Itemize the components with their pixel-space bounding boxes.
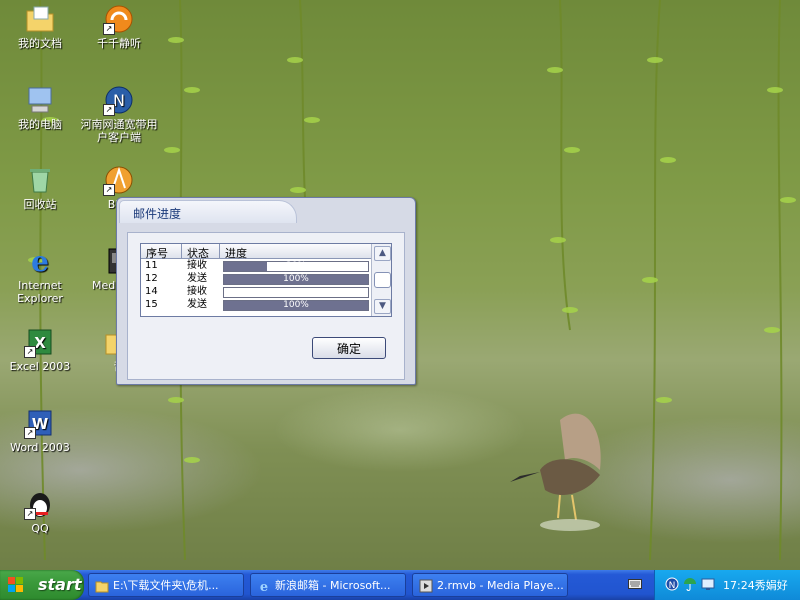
column-header-id[interactable]: 序号 (146, 245, 168, 261)
list-item[interactable]: 11 接收 30% (141, 260, 371, 272)
progress-bar (223, 287, 369, 298)
task-label: E:\下载文件夹\危机... (113, 579, 219, 592)
desktop-icon-my-computer[interactable]: 我的电脑 (1, 84, 79, 131)
shortcut-arrow-icon: ↗ (24, 346, 36, 358)
row-id: 14 (145, 286, 158, 297)
taskbar-item-media-player[interactable]: 2.rmvb - Media Playe... (412, 573, 568, 597)
column-header-progress[interactable]: 进度 (225, 245, 247, 261)
progress-percent: 30% (285, 261, 306, 271)
broadband-tray-icon[interactable]: N (665, 577, 679, 591)
svg-text:e: e (260, 580, 268, 593)
svg-text:e: e (31, 245, 49, 277)
desktop-icon-excel[interactable]: X ↗ Excel 2003 (1, 326, 79, 373)
list-header: 序号 状态 进度 (141, 244, 371, 261)
media-player-icon (419, 579, 433, 593)
shortcut-arrow-icon: ↗ (103, 184, 115, 196)
list-scrollbar[interactable]: ▲ ▼ (371, 244, 391, 316)
my-documents-icon (24, 3, 56, 35)
ie-window-icon: e (260, 580, 268, 593)
row-status: 接收 (187, 286, 207, 297)
recycle-bin-icon (24, 164, 56, 196)
row-id: 12 (145, 273, 158, 284)
umbrella-icon[interactable] (683, 577, 697, 591)
shortcut-arrow-icon: ↗ (24, 427, 36, 439)
progress-percent: 100% (283, 300, 309, 310)
row-status: 接收 (187, 260, 207, 271)
svg-text:N: N (669, 581, 676, 591)
list-item[interactable]: 12 发送 100% (141, 273, 371, 285)
shortcut-arrow-icon: ↗ (103, 104, 115, 116)
dialog-titlebar[interactable]: 邮件进度 (117, 198, 415, 226)
excel-icon: X ↗ (24, 326, 56, 358)
desktop-icon-recycle-bin[interactable]: 回收站 (1, 164, 79, 211)
row-id: 15 (145, 299, 158, 310)
heron-wallpaper-bird (510, 413, 601, 531)
taskbar: start E:\下载文件夹\危机... e 新浪邮箱 - Microsoft.… (0, 570, 800, 600)
taskbar-item-explorer[interactable]: E:\下载文件夹\危机... (88, 573, 244, 597)
ok-button[interactable]: 确定 (312, 337, 386, 359)
clock[interactable]: 17:24秀娟好 (723, 577, 788, 593)
start-button[interactable]: start (0, 570, 84, 600)
desktop-icon-word[interactable]: W ↗ Word 2003 (1, 407, 79, 454)
desktop-icon-broadband-client[interactable]: N ↗ 河南网通宽带用户客户端 (80, 84, 158, 144)
system-tray: N 17:24秀娟好 (654, 570, 800, 600)
qq-icon: ↗ (24, 488, 56, 520)
scroll-thumb[interactable] (374, 272, 391, 288)
dialog-title: 邮件进度 (133, 207, 182, 221)
windows-logo-icon (8, 577, 23, 592)
svg-text:X: X (34, 334, 46, 352)
column-header-status[interactable]: 状态 (187, 245, 209, 261)
my-computer-icon (24, 84, 56, 116)
column-divider[interactable] (219, 244, 220, 258)
ttplayer-icon: ↗ (103, 3, 135, 35)
dialog-content-panel: 序号 状态 进度 11 接收 30% 12 发送 100% 14 接收 15 发… (127, 232, 405, 380)
scroll-up-button[interactable]: ▲ (374, 246, 391, 261)
desktop-icon-internet-explorer[interactable]: e Internet Explorer (1, 245, 79, 305)
progress-list[interactable]: 序号 状态 进度 11 接收 30% 12 发送 100% 14 接收 15 发… (140, 243, 392, 317)
task-label: 新浪邮箱 - Microsoft... (275, 579, 391, 592)
column-divider[interactable] (181, 244, 182, 258)
word-icon: W ↗ (24, 407, 56, 439)
broadband-client-icon: N ↗ (103, 84, 135, 116)
list-item[interactable]: 15 发送 100% (141, 299, 371, 311)
row-id: 11 (145, 260, 158, 271)
shortcut-arrow-icon: ↗ (24, 508, 36, 520)
row-status: 发送 (187, 273, 207, 284)
keyboard-icon[interactable] (628, 578, 642, 590)
desktop-icon-my-documents[interactable]: 我的文档 (1, 3, 79, 50)
chevron-down-icon: ▼ (379, 301, 386, 311)
taskbar-item-sina-mail[interactable]: e 新浪邮箱 - Microsoft... (250, 573, 406, 597)
internet-explorer-icon: e (24, 245, 56, 278)
shortcut-arrow-icon: ↗ (103, 23, 115, 35)
network-icon[interactable] (701, 577, 715, 591)
row-status: 发送 (187, 299, 207, 310)
scroll-down-button[interactable]: ▼ (374, 299, 391, 314)
desktop-icon-ttplayer[interactable]: ↗ 千千静听 (80, 3, 158, 50)
task-label: 2.rmvb - Media Playe... (437, 579, 564, 592)
mail-progress-dialog: 邮件进度 序号 状态 进度 11 接收 30% 12 发送 100% 14 接收… (116, 197, 416, 385)
desktop-icon-qq[interactable]: ↗ QQ (1, 488, 79, 535)
progress-percent: 100% (283, 274, 309, 284)
progress-bar: 30% (223, 261, 369, 272)
bitcomet-icon: ↗ (103, 164, 135, 196)
chevron-up-icon: ▲ (379, 248, 386, 258)
list-item[interactable]: 14 接收 (141, 286, 371, 298)
start-label: start (38, 575, 82, 594)
progress-bar: 100% (223, 274, 369, 285)
folder-icon (95, 581, 109, 593)
progress-bar: 100% (223, 300, 369, 311)
